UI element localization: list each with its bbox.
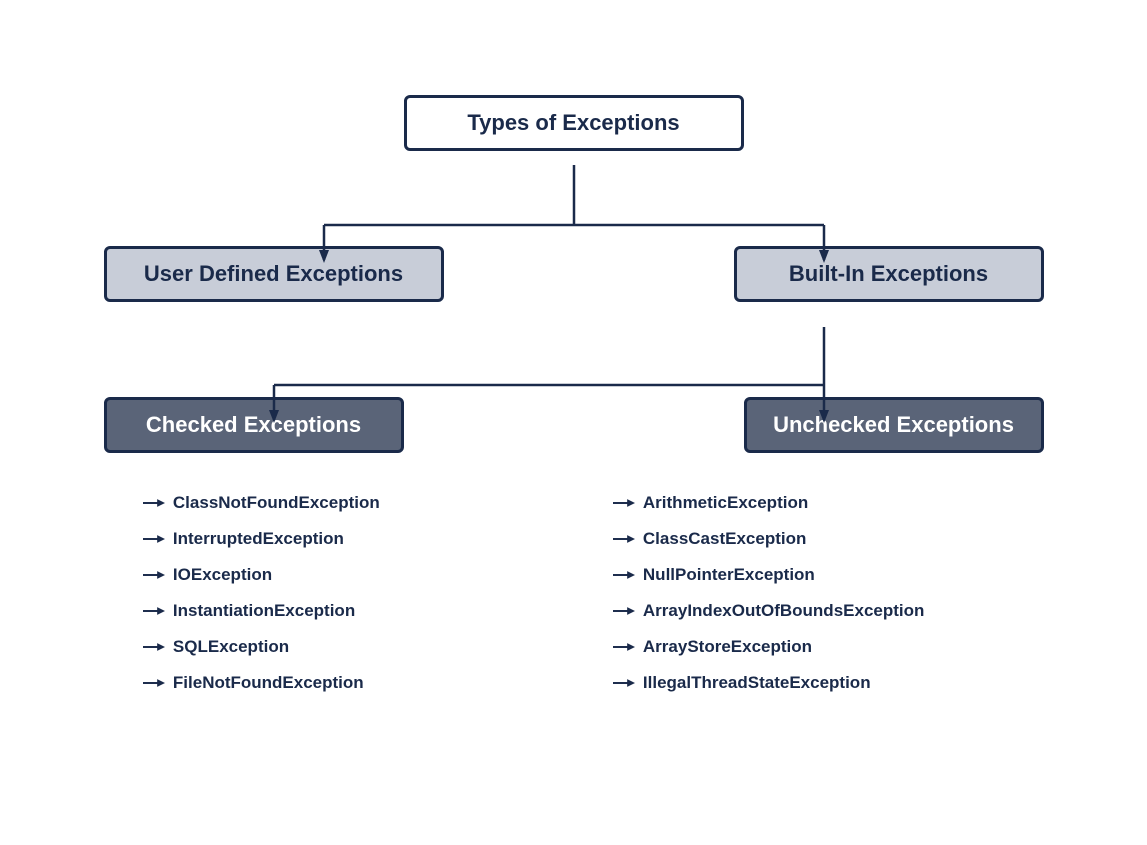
exception-name: ClassCastException (643, 529, 806, 549)
checked-exception-item: SQLException (143, 637, 380, 657)
level2-layer: Checked Exceptions Unchecked Exceptions (44, 397, 1104, 453)
exception-name: SQLException (173, 637, 289, 657)
level1-layer: User Defined Exceptions Built-In Excepti… (44, 246, 1104, 302)
root-layer: Types of Exceptions (44, 85, 1104, 151)
arrow-icon (143, 496, 165, 510)
root-box: Types of Exceptions (404, 95, 744, 151)
user-defined-box: User Defined Exceptions (104, 246, 444, 302)
builtin-label: Built-In Exceptions (789, 261, 988, 287)
exception-name: ArrayIndexOutOfBoundsException (643, 601, 924, 621)
checked-list: ClassNotFoundException InterruptedExcepti… (143, 493, 380, 693)
arrow-icon (613, 532, 635, 546)
arrow-icon (613, 640, 635, 654)
checked-label: Checked Exceptions (146, 412, 361, 438)
diagram-container: Types of Exceptions User Defined Excepti… (24, 65, 1124, 713)
unchecked-label: Unchecked Exceptions (773, 412, 1014, 438)
arrow-icon (613, 676, 635, 690)
checked-exceptions-list: ClassNotFoundException InterruptedExcepti… (113, 483, 564, 693)
checked-exception-item: IOException (143, 565, 380, 585)
exception-lists-layer: ClassNotFoundException InterruptedExcepti… (44, 483, 1104, 693)
user-defined-label: User Defined Exceptions (144, 261, 403, 287)
exception-name: IOException (173, 565, 272, 585)
exception-name: ArithmeticException (643, 493, 808, 513)
exception-name: IllegalThreadStateException (643, 673, 871, 693)
unchecked-exceptions-list: ArithmeticException ClassCastException Nul… (583, 483, 1034, 693)
arrow-icon (613, 568, 635, 582)
unchecked-exception-item: ArrayIndexOutOfBoundsException (613, 601, 924, 621)
unchecked-list: ArithmeticException ClassCastException Nul… (613, 493, 924, 693)
checked-exception-item: InstantiationException (143, 601, 380, 621)
exception-name: ClassNotFoundException (173, 493, 380, 513)
unchecked-box: Unchecked Exceptions (744, 397, 1044, 453)
checked-exception-item: InterruptedException (143, 529, 380, 549)
checked-box: Checked Exceptions (104, 397, 404, 453)
exception-name: ArrayStoreException (643, 637, 812, 657)
unchecked-exception-item: NullPointerException (613, 565, 924, 585)
arrow-icon (143, 568, 165, 582)
arrow-icon (143, 604, 165, 618)
unchecked-exception-item: IllegalThreadStateException (613, 673, 924, 693)
arrow-icon (143, 532, 165, 546)
unchecked-exception-item: ArithmeticException (613, 493, 924, 513)
exception-name: FileNotFoundException (173, 673, 364, 693)
unchecked-exception-item: ArrayStoreException (613, 637, 924, 657)
checked-exception-item: ClassNotFoundException (143, 493, 380, 513)
arrow-icon (613, 604, 635, 618)
exception-name: InterruptedException (173, 529, 344, 549)
exception-name: NullPointerException (643, 565, 815, 585)
builtin-box: Built-In Exceptions (734, 246, 1044, 302)
exception-name: InstantiationException (173, 601, 355, 621)
arrow-icon (613, 496, 635, 510)
root-label: Types of Exceptions (467, 110, 679, 136)
connector-lines (44, 85, 1104, 845)
tree-wrapper: Types of Exceptions User Defined Excepti… (44, 85, 1104, 693)
checked-exception-item: FileNotFoundException (143, 673, 380, 693)
unchecked-exception-item: ClassCastException (613, 529, 924, 549)
arrow-icon (143, 640, 165, 654)
arrow-icon (143, 676, 165, 690)
